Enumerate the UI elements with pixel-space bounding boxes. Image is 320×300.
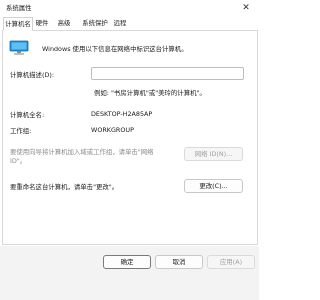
title-bar: 系统属性 ✕ (0, 0, 259, 17)
full-name-value: DESKTOP-H2A85AP (91, 110, 153, 118)
network-id-text-line1: 要使用向导将计算机加入域或工作组，请单击"网络 (10, 148, 154, 156)
tab-remote[interactable]: 远程 (112, 17, 128, 29)
description-label: 计算机描述(D): (10, 71, 55, 79)
tab-computer-name[interactable]: 计算机名 (3, 17, 33, 31)
full-name-label: 计算机全名: (10, 111, 45, 119)
apply-button[interactable]: 应用(A) (207, 255, 255, 269)
tab-strip: 计算机名 硬件 高级 系统保护 远程 (0, 17, 259, 31)
tab-system-protection[interactable]: 系统保护 (80, 17, 110, 29)
ok-button[interactable]: 确定 (103, 255, 151, 269)
dialog-footer: 确定 取消 应用(A) (0, 246, 259, 300)
network-id-text-line2: ID"。 (10, 157, 27, 165)
computer-monitor-icon (9, 40, 29, 56)
change-button[interactable]: 更改(C)... (184, 179, 243, 193)
intro-text: Windows 使用以下信息在网络中标识这台计算机。 (42, 45, 188, 53)
rename-text: 要重命名这台计算机，请单击"更改"。 (10, 183, 119, 191)
description-example: 例如: "书房计算机"或"美玲的计算机"。 (94, 89, 206, 97)
tab-hardware[interactable]: 硬件 (34, 17, 50, 29)
tab-advanced[interactable]: 高级 (56, 17, 72, 29)
cancel-button[interactable]: 取消 (155, 255, 203, 269)
workgroup-label: 工作组: (10, 127, 32, 135)
network-id-button[interactable]: 网络 ID(N)... (184, 147, 243, 161)
close-icon[interactable]: ✕ (239, 1, 253, 15)
workgroup-value: WORKGROUP (91, 126, 134, 134)
computer-name-panel: Windows 使用以下信息在网络中标识这台计算机。 计算机描述(D): 例如:… (2, 30, 258, 245)
description-input[interactable] (91, 67, 244, 80)
window-title: 系统属性 (6, 4, 32, 12)
